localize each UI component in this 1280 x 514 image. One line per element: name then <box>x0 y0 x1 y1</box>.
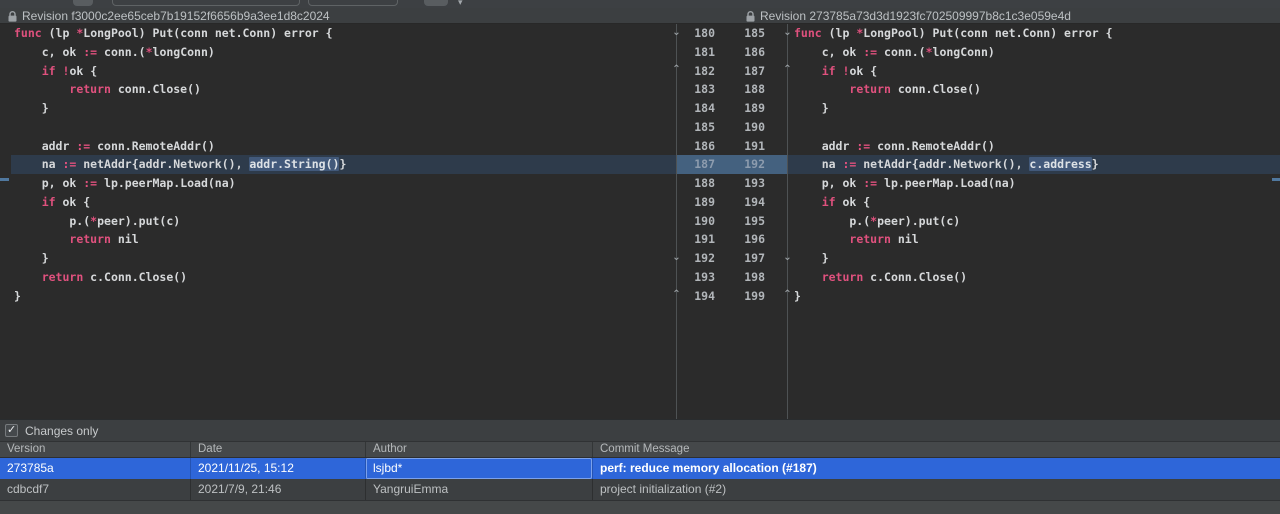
left-revision-label: Revision f3000c2ee65ceb7b19152f6656b9a3e… <box>22 9 330 23</box>
chevron-down-icon[interactable] <box>458 0 463 7</box>
cell-version[interactable]: 273785a <box>0 458 190 479</box>
code-line[interactable]: return nil <box>11 230 676 249</box>
diff-line-number-gutter: 1801851811861821871831881841891851901861… <box>676 24 788 419</box>
history-table-header: Version Date Author Commit Message <box>0 441 1280 458</box>
fold-up-icon[interactable] <box>783 65 791 75</box>
cell-author[interactable]: lsjbd* <box>365 458 592 479</box>
column-header-commit-message[interactable]: Commit Message <box>592 442 1280 457</box>
cell-date[interactable]: 2021/11/25, 15:12 <box>190 458 365 479</box>
left-code-pane[interactable]: func (lp *LongPool) Put(conn net.Conn) e… <box>11 24 676 305</box>
history-table: Version Date Author Commit Message 27378… <box>0 441 1280 500</box>
code-line[interactable]: return c.Conn.Close() <box>11 268 676 287</box>
line-number-row: 191196 <box>677 230 787 249</box>
code-line[interactable] <box>788 118 1280 137</box>
changes-only-checkbox[interactable] <box>5 424 18 437</box>
fold-down-icon[interactable] <box>783 253 791 263</box>
cell-author[interactable]: YangruiEmma <box>365 479 592 500</box>
column-header-date[interactable]: Date <box>190 442 365 457</box>
code-line[interactable]: p.(*peer).put(c) <box>11 212 676 231</box>
toolbar-button-fragment[interactable] <box>424 0 448 6</box>
history-table-row[interactable]: cdbcdf72021/7/9, 21:46YangruiEmmaproject… <box>0 479 1280 500</box>
code-line[interactable]: func (lp *LongPool) Put(conn net.Conn) e… <box>788 24 1280 43</box>
toolbar-field-fragment[interactable] <box>112 0 300 6</box>
diff-window: Revision f3000c2ee65ceb7b19152f6656b9a3e… <box>0 0 1280 514</box>
toolbar-field-fragment[interactable] <box>308 0 398 6</box>
code-line[interactable]: if ok { <box>11 193 676 212</box>
fold-up-icon[interactable] <box>672 65 680 75</box>
toolbar-button-fragment[interactable] <box>73 0 93 6</box>
fold-up-icon[interactable] <box>783 290 791 300</box>
line-number-row: 187192 <box>677 155 787 174</box>
code-line[interactable]: } <box>788 287 1280 306</box>
fold-down-icon[interactable] <box>672 28 680 38</box>
code-line[interactable]: if ok { <box>788 193 1280 212</box>
filter-bar: Changes only <box>0 419 1280 441</box>
code-line[interactable]: } <box>11 249 676 268</box>
code-line[interactable]: c, ok := conn.(*longConn) <box>788 43 1280 62</box>
cell-date[interactable]: 2021/7/9, 21:46 <box>190 479 365 500</box>
right-revision-label: Revision 273785a73d3d1923fc702509997b8c1… <box>760 9 1071 23</box>
code-line[interactable]: p, ok := lp.peerMap.Load(na) <box>788 174 1280 193</box>
column-header-author[interactable]: Author <box>365 442 592 457</box>
code-line[interactable]: p, ok := lp.peerMap.Load(na) <box>11 174 676 193</box>
code-line[interactable]: c, ok := conn.(*longConn) <box>11 43 676 62</box>
history-table-row[interactable]: 273785a2021/11/25, 15:12lsjbd*perf: redu… <box>0 458 1280 479</box>
line-number-row: 183188 <box>677 80 787 99</box>
line-number-row: 194199 <box>677 287 787 306</box>
code-line[interactable]: addr := conn.RemoteAddr() <box>11 137 676 156</box>
line-number-row: 181186 <box>677 43 787 62</box>
code-line[interactable]: return conn.Close() <box>788 80 1280 99</box>
line-number-row: 190195 <box>677 212 787 231</box>
lock-icon <box>746 11 755 22</box>
change-marker[interactable] <box>1272 178 1280 181</box>
diff-editor: func (lp *LongPool) Put(conn net.Conn) e… <box>0 24 1280 419</box>
code-line[interactable]: } <box>11 287 676 306</box>
bottom-strip <box>0 500 1280 514</box>
cell-commit-message[interactable]: perf: reduce memory allocation (#187) <box>592 458 1280 479</box>
line-number-row: 180185 <box>677 24 787 43</box>
code-line[interactable]: na := netAddr{addr.Network(), addr.Strin… <box>11 155 676 174</box>
right-revision-header: Revision 273785a73d3d1923fc702509997b8c1… <box>746 8 1071 24</box>
changes-only-label: Changes only <box>25 424 98 438</box>
line-number-row: 184189 <box>677 99 787 118</box>
column-header-version[interactable]: Version <box>0 442 190 457</box>
line-number-row: 182187 <box>677 62 787 81</box>
code-line[interactable]: if !ok { <box>11 62 676 81</box>
line-number-row: 188193 <box>677 174 787 193</box>
code-line[interactable]: return nil <box>788 230 1280 249</box>
lock-icon <box>8 11 17 22</box>
code-line[interactable]: return conn.Close() <box>11 80 676 99</box>
fold-down-icon[interactable] <box>783 28 791 38</box>
cell-version[interactable]: cdbcdf7 <box>0 479 190 500</box>
code-line[interactable]: addr := conn.RemoteAddr() <box>788 137 1280 156</box>
toolbar-remnant <box>0 0 1280 8</box>
cell-commit-message[interactable]: project initialization (#2) <box>592 479 1280 500</box>
code-line[interactable]: if !ok { <box>788 62 1280 81</box>
line-number-row: 186191 <box>677 137 787 156</box>
line-number-row: 189194 <box>677 193 787 212</box>
code-line[interactable]: } <box>11 99 676 118</box>
line-number-row: 185190 <box>677 118 787 137</box>
right-code-pane[interactable]: func (lp *LongPool) Put(conn net.Conn) e… <box>788 24 1280 305</box>
code-line[interactable] <box>11 118 676 137</box>
change-marker[interactable] <box>0 178 9 181</box>
left-revision-header: Revision f3000c2ee65ceb7b19152f6656b9a3e… <box>8 8 330 24</box>
revision-headers: Revision f3000c2ee65ceb7b19152f6656b9a3e… <box>0 8 1280 24</box>
code-line[interactable]: return c.Conn.Close() <box>788 268 1280 287</box>
fold-down-icon[interactable] <box>672 253 680 263</box>
line-number-row: 193198 <box>677 268 787 287</box>
code-line[interactable]: p.(*peer).put(c) <box>788 212 1280 231</box>
code-line[interactable]: func (lp *LongPool) Put(conn net.Conn) e… <box>11 24 676 43</box>
code-line[interactable]: } <box>788 249 1280 268</box>
line-number-row: 192197 <box>677 249 787 268</box>
code-line[interactable]: na := netAddr{addr.Network(), c.address} <box>788 155 1280 174</box>
code-line[interactable]: } <box>788 99 1280 118</box>
fold-up-icon[interactable] <box>672 290 680 300</box>
